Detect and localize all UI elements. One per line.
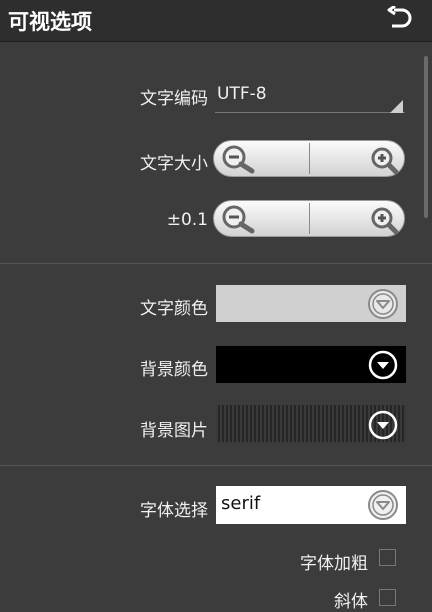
encoding-select[interactable]: UTF-8 <box>217 84 267 104</box>
fine-step-label: ±0.1 <box>166 210 208 230</box>
chevron-down-circle-icon[interactable] <box>367 489 399 521</box>
font-size-label: 文字大小 <box>140 154 208 174</box>
encoding-underline <box>215 112 405 113</box>
zoom-in-icon[interactable] <box>369 205 399 235</box>
bold-checkbox[interactable] <box>379 549 396 566</box>
title-bar: 可视选项 <box>0 0 432 42</box>
font-choice-label: 字体选择 <box>140 501 208 521</box>
section-divider <box>0 263 432 264</box>
text-color-label: 文字颜色 <box>140 299 208 319</box>
zoom-divider <box>309 143 310 174</box>
zoom-divider <box>309 203 310 234</box>
chevron-down-circle-icon[interactable] <box>367 288 399 320</box>
bold-label: 字体加粗 <box>300 554 368 574</box>
font-select-value: serif <box>221 493 261 514</box>
chevron-down-circle-icon[interactable] <box>367 349 399 381</box>
encoding-label: 文字编码 <box>140 89 208 109</box>
font-size-control <box>213 140 405 177</box>
section-divider <box>0 465 432 466</box>
bg-image-label: 背景图片 <box>140 421 208 441</box>
bg-color-label: 背景颜色 <box>140 360 208 380</box>
fine-step-control <box>213 200 405 237</box>
dropdown-triangle-icon[interactable] <box>390 100 403 113</box>
italic-label: 斜体 <box>334 592 368 612</box>
zoom-out-icon[interactable] <box>220 144 256 174</box>
chevron-down-circle-icon[interactable] <box>367 409 399 441</box>
page-title: 可视选项 <box>8 10 92 34</box>
zoom-in-icon[interactable] <box>369 145 399 175</box>
zoom-out-icon[interactable] <box>220 204 256 234</box>
scrollbar[interactable] <box>424 56 428 218</box>
back-arrow-icon[interactable] <box>386 6 414 32</box>
